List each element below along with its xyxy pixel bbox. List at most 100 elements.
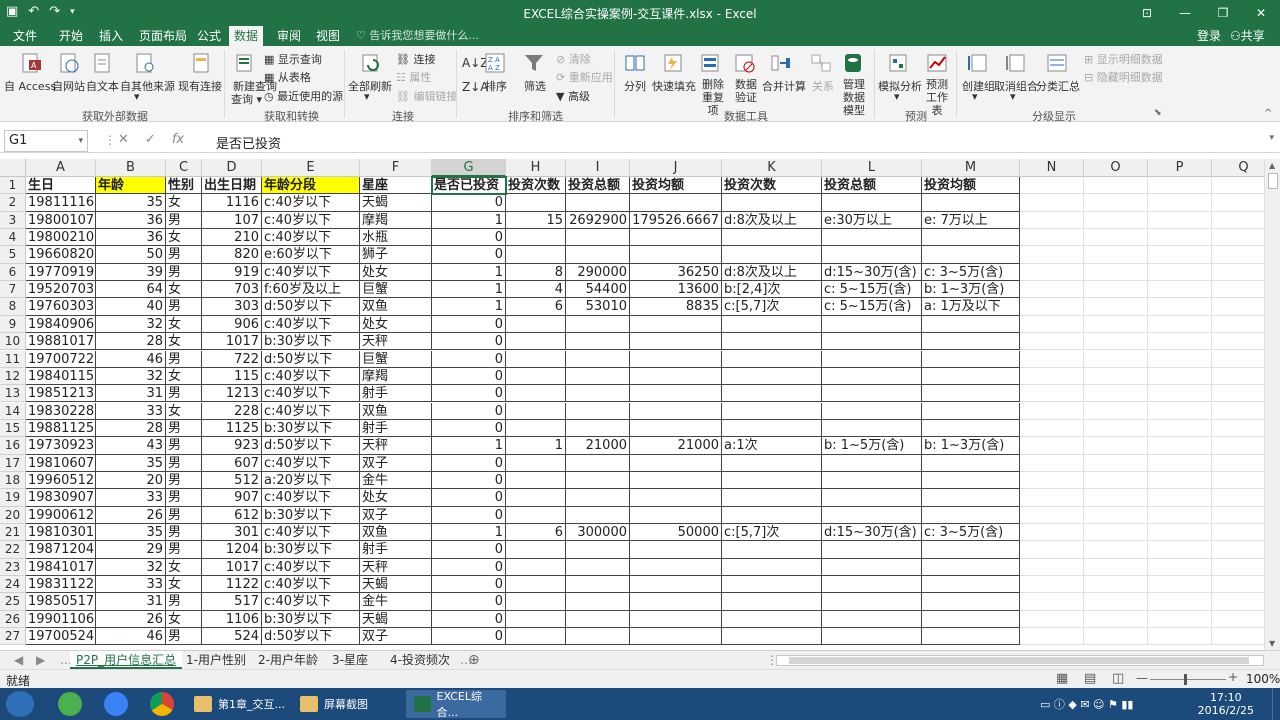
table-cell[interactable] [1084, 333, 1148, 351]
table-cell[interactable] [1020, 281, 1084, 299]
table-cell[interactable] [506, 454, 566, 472]
table-cell[interactable]: c: 3~5万(含) [922, 263, 1020, 282]
table-cell[interactable]: c:40岁以下 [262, 385, 360, 403]
table-cell[interactable] [1212, 472, 1264, 490]
table-cell[interactable]: 820 [202, 246, 262, 264]
chrome-icon[interactable] [150, 692, 174, 716]
table-cell[interactable] [1148, 315, 1212, 334]
table-cell[interactable]: 射手 [360, 541, 432, 559]
table-cell[interactable]: d:15~30万(含) [822, 524, 922, 542]
table-cell[interactable] [822, 315, 922, 334]
column-header-d[interactable]: D [202, 159, 262, 177]
table-cell[interactable]: 36250 [630, 263, 722, 282]
table-cell[interactable]: b: 1~5万(含) [822, 437, 922, 455]
table-cell[interactable]: 53010 [566, 298, 630, 316]
table-cell[interactable]: c:40岁以下 [262, 576, 360, 594]
table-cell[interactable]: 1 [432, 524, 506, 542]
table-cell[interactable] [1148, 558, 1212, 576]
table-cell[interactable]: 1 [432, 437, 506, 455]
table-cell[interactable]: c:[5,7]次 [722, 298, 822, 316]
table-cell[interactable] [722, 315, 822, 334]
table-cell[interactable]: 612 [202, 506, 262, 524]
sheet-tab-constellation[interactable]: 3-星座 [326, 651, 374, 669]
table-cell[interactable] [922, 471, 1020, 490]
table-cell[interactable]: 26 [96, 506, 166, 524]
table-cell[interactable]: 0 [432, 558, 506, 576]
table-cell[interactable]: 男 [166, 524, 202, 542]
row-header[interactable]: 4 [0, 229, 26, 247]
table-cell[interactable] [822, 541, 922, 559]
table-cell[interactable] [630, 471, 722, 490]
table-cell[interactable] [1212, 420, 1264, 438]
table-cell[interactable]: 男 [166, 593, 202, 611]
advanced-filter-button[interactable]: ▼ 高级 [556, 88, 590, 104]
table-cell[interactable] [506, 246, 566, 264]
scroll-down-icon[interactable]: ▼ [1269, 639, 1275, 648]
relationships-button[interactable]: 关系 [812, 78, 834, 94]
select-all-corner[interactable] [0, 159, 26, 177]
column-header-b[interactable]: B [96, 159, 166, 177]
table-cell[interactable] [1148, 229, 1212, 247]
table-cell[interactable] [922, 229, 1020, 247]
table-cell[interactable]: 703 [202, 281, 262, 299]
subtotal-button[interactable]: 分类汇总 [1036, 78, 1080, 94]
table-cell[interactable]: 女 [166, 402, 202, 420]
table-cell[interactable]: 228 [202, 402, 262, 420]
table-cell[interactable] [1020, 524, 1084, 542]
table-cell[interactable]: 19841017 [26, 558, 96, 576]
table-cell[interactable]: 处女 [360, 263, 432, 282]
table-cell[interactable]: 0 [432, 454, 506, 472]
table-cell[interactable]: 19831122 [26, 576, 96, 594]
table-cell[interactable]: 双子 [360, 506, 432, 524]
table-cell[interactable]: 金牛 [360, 593, 432, 611]
column-header-e[interactable]: E [262, 159, 360, 177]
table-cell[interactable]: c:40岁以下 [262, 454, 360, 472]
edit-links-button[interactable]: ⛓ 编辑链接 [396, 88, 457, 104]
table-cell[interactable]: e:30万以上 [822, 211, 922, 229]
table-cell[interactable] [1212, 333, 1264, 351]
table-cell[interactable]: 处女 [360, 315, 432, 334]
table-cell[interactable]: 32 [96, 558, 166, 576]
table-cell[interactable] [630, 246, 722, 264]
table-cell[interactable] [722, 194, 822, 212]
table-cell[interactable]: a:20岁以下 [262, 471, 360, 490]
table-cell[interactable] [922, 576, 1020, 594]
row-header[interactable]: 3 [0, 211, 26, 229]
table-cell[interactable]: 19881017 [26, 333, 96, 351]
table-cell[interactable] [566, 385, 630, 403]
table-cell[interactable]: 射手 [360, 419, 432, 438]
table-cell[interactable]: 1 [432, 211, 506, 229]
table-cell[interactable]: 19871204 [26, 541, 96, 559]
table-cell[interactable]: b:30岁以下 [262, 541, 360, 559]
close-icon[interactable]: ✕ [1242, 0, 1280, 26]
table-cell[interactable]: 0 [432, 350, 506, 368]
table-cell[interactable]: 32 [96, 315, 166, 334]
table-cell[interactable] [922, 506, 1020, 524]
table-cell[interactable]: d:50岁以下 [262, 350, 360, 368]
table-cell[interactable]: 女 [166, 194, 202, 212]
table-cell[interactable] [630, 558, 722, 576]
table-cell[interactable] [922, 610, 1020, 629]
table-cell[interactable] [1084, 281, 1148, 299]
table-cell[interactable]: 19840906 [26, 315, 96, 334]
table-cell[interactable]: 919 [202, 263, 262, 282]
table-cell[interactable] [630, 385, 722, 403]
table-cell[interactable] [506, 628, 566, 646]
row-header[interactable]: 26 [0, 610, 26, 629]
table-cell[interactable] [566, 576, 630, 594]
data-validation-button[interactable]: 数据验证 [730, 78, 762, 104]
table-cell[interactable] [566, 367, 630, 386]
table-cell[interactable]: 0 [432, 367, 506, 386]
table-cell[interactable] [1148, 593, 1212, 611]
row-header[interactable]: 21 [0, 524, 26, 542]
table-cell[interactable]: 男 [166, 263, 202, 282]
prev-sheet-icon[interactable]: ◀ [8, 651, 29, 669]
table-cell[interactable] [630, 628, 722, 646]
table-cell[interactable]: 35 [96, 454, 166, 472]
table-cell[interactable]: 0 [432, 333, 506, 351]
table-cell[interactable] [1148, 489, 1212, 507]
table-cell[interactable]: 300000 [566, 524, 630, 542]
page-break-view-icon[interactable]: ◫ [1112, 671, 1124, 686]
table-cell[interactable]: 天蝎 [360, 576, 432, 594]
refresh-all-button[interactable]: 全部刷新 [348, 78, 392, 94]
